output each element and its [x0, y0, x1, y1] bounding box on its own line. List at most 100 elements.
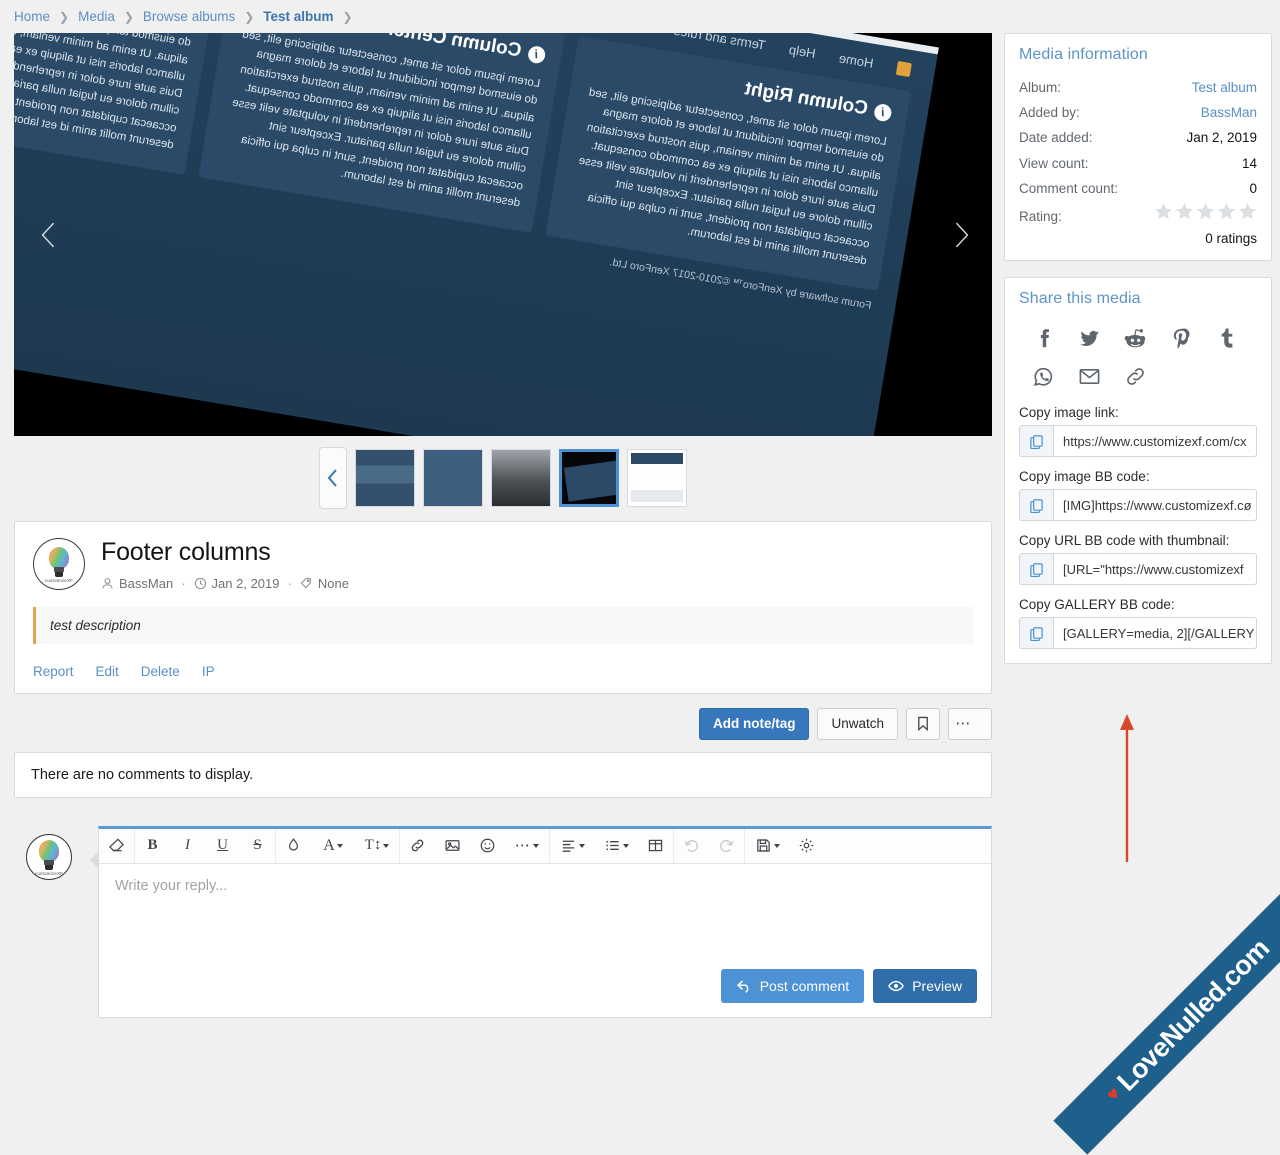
viewer-prev-button[interactable]	[32, 218, 66, 252]
thumbnail-strip	[14, 436, 992, 521]
copy-gallery-bbcode-label: Copy GALLERY BB code:	[1019, 597, 1257, 612]
meta-separator: ·	[181, 576, 185, 591]
tumblr-icon[interactable]	[1211, 323, 1243, 353]
thumbnail-item-2[interactable]	[423, 449, 483, 507]
copy-image-bbcode-field[interactable]: [IMG]https://www.customizexf.cø	[1019, 489, 1257, 521]
emoji-icon[interactable]	[470, 829, 505, 863]
email-icon[interactable]	[1073, 361, 1105, 391]
star-icon[interactable]	[1238, 202, 1257, 221]
redo-icon[interactable]	[709, 829, 744, 863]
preview-button[interactable]: Preview	[873, 969, 977, 1003]
unwatch-button[interactable]: Unwatch	[817, 708, 898, 740]
copy-icon[interactable]	[1020, 554, 1054, 584]
toolbar-group-extras	[745, 829, 824, 863]
copy-url-bbcode-value[interactable]: [URL="https://www.customizexf	[1054, 554, 1256, 584]
breadcrumb-item-media[interactable]: Media	[78, 9, 115, 24]
media-description: test description	[33, 607, 973, 644]
report-link[interactable]: Report	[33, 664, 74, 679]
copy-url-bbcode-field[interactable]: [URL="https://www.customizexf	[1019, 553, 1257, 585]
twitter-icon[interactable]	[1073, 323, 1105, 353]
copy-image-bbcode-value[interactable]: [IMG]https://www.customizexf.cø	[1054, 490, 1256, 520]
breadcrumb-item-browse-albums[interactable]: Browse albums	[143, 9, 235, 24]
info-key: Comment count:	[1019, 177, 1118, 200]
image-icon[interactable]	[435, 829, 470, 863]
facebook-icon[interactable]	[1027, 323, 1059, 353]
screenshot-column-left: i Column Left Lorem ipsum dolor sit amet…	[14, 33, 218, 175]
undo-icon[interactable]	[674, 829, 709, 863]
pinterest-icon[interactable]	[1165, 323, 1197, 353]
more-options-icon[interactable]: ⋯	[505, 829, 549, 863]
more-options-button[interactable]: ⋯	[948, 708, 992, 740]
media-author[interactable]: BassMan	[119, 576, 173, 591]
delete-link[interactable]: Delete	[141, 664, 180, 679]
post-comment-button[interactable]: Post comment	[721, 969, 864, 1003]
viewer-next-button[interactable]	[944, 218, 978, 252]
add-note-tag-button[interactable]: Add note/tag	[699, 708, 810, 740]
drafts-icon[interactable]	[745, 829, 789, 863]
info-value-date-added: Jan 2, 2019	[1186, 126, 1257, 149]
star-icon[interactable]	[1196, 202, 1215, 221]
media-header-card: customizeXF Footer columns BassMan ·	[14, 521, 992, 694]
copy-icon[interactable]	[1020, 490, 1054, 520]
reddit-icon[interactable]	[1119, 323, 1151, 353]
media-image-viewer[interactable]: Home Help Terms and rules Contact us i C…	[14, 33, 992, 436]
star-icon[interactable]	[1175, 202, 1194, 221]
thumbnail-prev-button[interactable]	[319, 447, 347, 509]
avatar[interactable]: customizeXF	[26, 834, 72, 880]
font-family-icon[interactable]: A	[311, 829, 355, 863]
info-row-added-by: Added by: BassMan	[1019, 100, 1257, 125]
thumbnail-item-5[interactable]	[627, 449, 687, 507]
info-value-added-by[interactable]: BassMan	[1201, 101, 1257, 124]
media-information-title: Media information	[1019, 46, 1257, 64]
media-date[interactable]: Jan 2, 2019	[212, 576, 280, 591]
star-icon[interactable]	[1154, 202, 1173, 221]
table-icon[interactable]	[638, 829, 673, 863]
chevron-down-icon	[383, 844, 389, 848]
strikethrough-icon[interactable]: S	[240, 829, 275, 863]
bookmark-button[interactable]	[906, 708, 940, 740]
breadcrumb-item-home[interactable]: Home	[14, 9, 50, 24]
whatsapp-icon[interactable]	[1027, 361, 1059, 391]
breadcrumb-item-test-album[interactable]: Test album	[263, 9, 333, 24]
thumbnail-item-4[interactable]	[559, 449, 619, 507]
copy-icon[interactable]	[1020, 618, 1054, 648]
avatar[interactable]: customizeXF	[33, 538, 85, 590]
copy-gallery-bbcode-value[interactable]: [GALLERY=media, 2][/GALLERY	[1054, 618, 1256, 648]
remove-formatting-icon[interactable]	[99, 829, 134, 863]
settings-icon[interactable]	[789, 829, 824, 863]
clock-icon	[194, 577, 207, 590]
info-row-rating: Rating:	[1019, 201, 1257, 229]
bold-icon[interactable]: B	[135, 829, 170, 863]
star-icon[interactable]	[1217, 202, 1236, 221]
breadcrumb: Home ❯ Media ❯ Browse albums ❯ Test albu…	[0, 0, 1280, 33]
copy-icon[interactable]	[1020, 426, 1054, 456]
reply-icon	[736, 978, 752, 994]
thumbnail-item-3[interactable]	[491, 449, 551, 507]
info-key: Added by:	[1019, 101, 1080, 124]
meta-separator: ·	[288, 576, 292, 591]
font-size-icon[interactable]: T↕	[355, 829, 399, 863]
info-icon: i	[873, 102, 893, 122]
align-icon[interactable]	[550, 829, 594, 863]
rating-stars[interactable]	[1154, 202, 1257, 221]
copy-image-link-value[interactable]: https://www.customizexf.com/cx	[1054, 426, 1256, 456]
thumbnail-item-1[interactable]	[355, 449, 415, 507]
list-icon[interactable]	[594, 829, 638, 863]
ip-link[interactable]: IP	[202, 664, 215, 679]
eye-icon	[888, 978, 904, 994]
copy-gallery-bbcode-field[interactable]: [GALLERY=media, 2][/GALLERY	[1019, 617, 1257, 649]
underline-icon[interactable]: U	[205, 829, 240, 863]
italic-icon[interactable]: I	[170, 829, 205, 863]
link-icon[interactable]	[1119, 361, 1151, 391]
screenshot-nav-contact: Contact us	[588, 33, 652, 34]
reply-input[interactable]: Write your reply...	[99, 864, 991, 960]
edit-link[interactable]: Edit	[96, 664, 119, 679]
screenshot-columns: i Column Right Lorem ipsum dolor sit ame…	[14, 33, 911, 291]
toolbar-group-blocks	[550, 829, 674, 863]
info-value-album[interactable]: Test album	[1192, 76, 1257, 99]
toolbar-group-font: A T↕	[276, 829, 400, 863]
copy-image-link-field[interactable]: https://www.customizexf.com/cx	[1019, 425, 1257, 457]
copy-image-link-label: Copy image link:	[1019, 405, 1257, 420]
link-icon[interactable]	[400, 829, 435, 863]
text-color-icon[interactable]	[276, 829, 311, 863]
